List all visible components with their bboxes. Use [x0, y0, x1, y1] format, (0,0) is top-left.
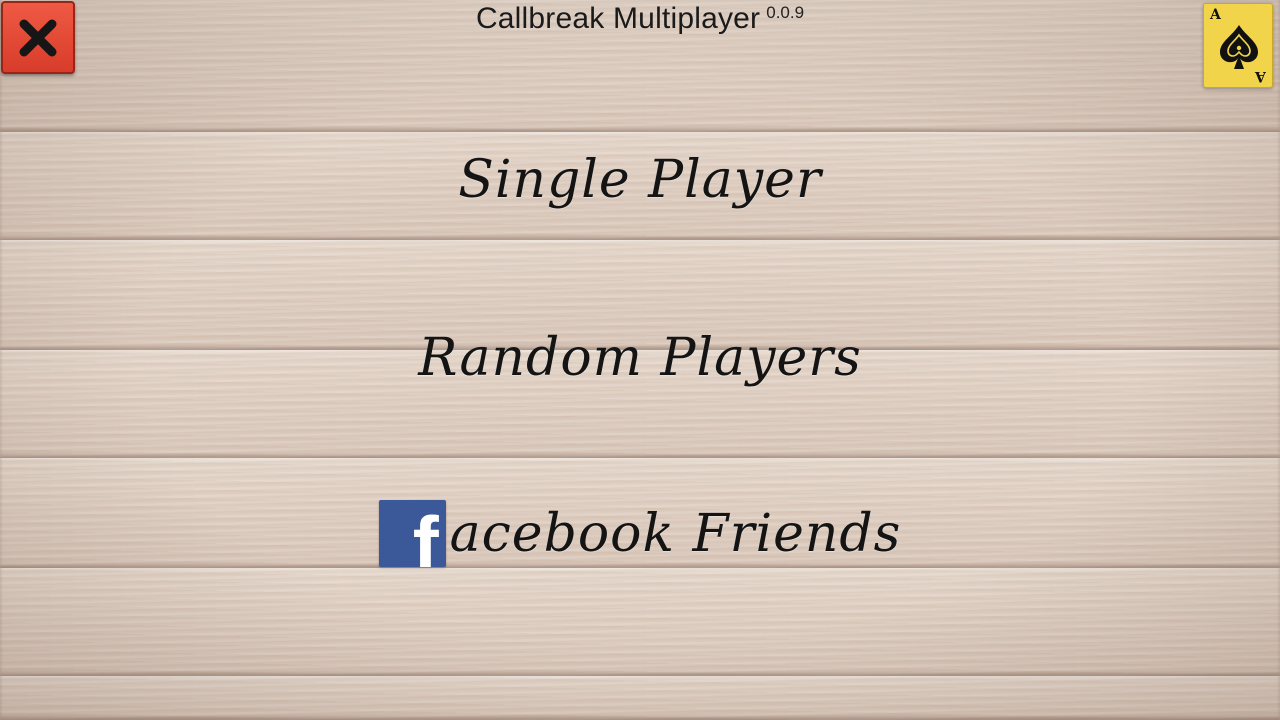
app-title: Callbreak Multiplayer: [475, 2, 761, 35]
app-header: Callbreak Multiplayer 0.0.9: [0, 2, 1280, 36]
wood-plank: [0, 676, 1280, 720]
wood-plank: [0, 568, 1280, 676]
random-players-label: Random Players: [418, 328, 862, 388]
facebook-friends-row: f acebook Friends: [378, 500, 902, 567]
single-player-button[interactable]: Single Player: [0, 150, 1280, 210]
random-players-button[interactable]: Random Players: [0, 328, 1280, 388]
facebook-logo-letter: f: [412, 500, 440, 567]
ace-of-spades-button[interactable]: A A: [1203, 3, 1273, 88]
spade-icon: [1220, 25, 1258, 69]
facebook-friends-label: acebook Friends: [449, 503, 902, 564]
app-version: 0.0.9: [766, 3, 805, 22]
card-rank-top: A: [1210, 7, 1221, 23]
facebook-friends-button[interactable]: f acebook Friends: [0, 500, 1280, 580]
single-player-label: Single Player: [458, 150, 822, 210]
card-rank-bottom: A: [1255, 68, 1266, 84]
facebook-icon: f: [378, 500, 446, 567]
